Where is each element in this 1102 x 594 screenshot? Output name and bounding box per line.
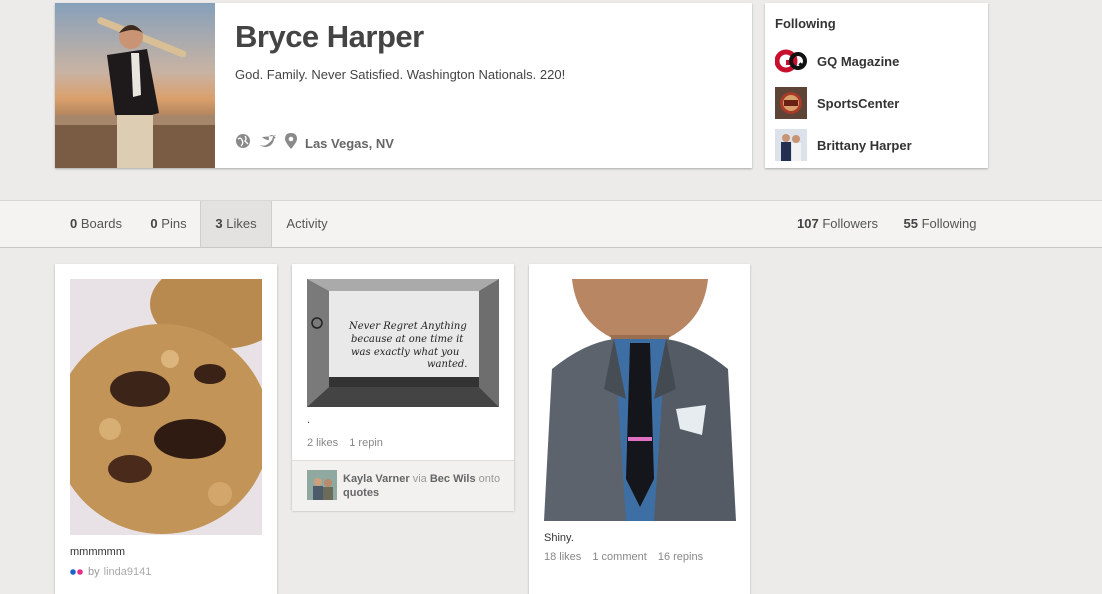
following-item-label: SportsCenter bbox=[817, 95, 900, 111]
pin-image-illustration bbox=[544, 279, 736, 521]
following-item-gq-magazine[interactable]: GQ Magazine bbox=[774, 45, 900, 77]
profile-card: Bryce Harper God. Family. Never Satisfie… bbox=[55, 3, 752, 168]
pin-repins[interactable]: 16 repins bbox=[658, 551, 703, 563]
following-item-label: Brittany Harper bbox=[817, 137, 912, 153]
tab-count: 0 bbox=[150, 216, 158, 231]
pin-description: . bbox=[307, 414, 311, 426]
via-word: via bbox=[412, 473, 427, 485]
pin-attribution-text: Kayla Varner via Bec Wils onto quotes bbox=[343, 472, 503, 500]
pin-card[interactable]: Never Regret Anything because at one tim… bbox=[292, 264, 514, 511]
pin-card[interactable]: Shiny. 18 likes 1 comment 16 repins bbox=[529, 264, 750, 594]
pin-image-illustration bbox=[70, 279, 262, 535]
tab-activity[interactable]: Activity bbox=[272, 201, 342, 247]
followers-count: 107 bbox=[797, 216, 819, 231]
pinner-avatar[interactable] bbox=[307, 470, 337, 500]
tab-label: Pins bbox=[161, 216, 187, 231]
following-label: Following bbox=[921, 216, 977, 231]
pin-card[interactable]: mmmmmm by linda9141 bbox=[55, 264, 277, 594]
via-user[interactable]: Bec Wils bbox=[430, 473, 476, 485]
pin-description: Shiny. bbox=[544, 532, 574, 544]
map-pin-icon bbox=[285, 133, 297, 154]
globe-icon[interactable] bbox=[235, 133, 251, 154]
profile-tab-bar: 0 Boards 0 Pins 3 Likes Activity 107 Fol… bbox=[0, 200, 1102, 248]
pin-credit-user[interactable]: linda9141 bbox=[104, 566, 152, 578]
twitter-bird-icon[interactable] bbox=[259, 133, 277, 154]
pin-likes[interactable]: 2 likes bbox=[307, 437, 338, 449]
following-item-label: GQ Magazine bbox=[817, 53, 900, 69]
tab-count: 3 bbox=[215, 216, 223, 231]
quote-line: wanted. bbox=[427, 359, 467, 370]
tab-label: Activity bbox=[286, 216, 328, 231]
following-count: 55 bbox=[903, 216, 918, 231]
pin-image-illustration: Never Regret Anything because at one tim… bbox=[307, 279, 499, 407]
profile-links: Las Vegas, NV bbox=[235, 133, 394, 154]
tab-label: Likes bbox=[226, 216, 257, 231]
quote-line: because at one time it bbox=[351, 334, 464, 345]
profile-name: Bryce Harper bbox=[235, 19, 424, 54]
following-title[interactable]: Following bbox=[775, 16, 836, 31]
gq-logo-icon bbox=[774, 45, 807, 77]
pinner-name[interactable]: Kayla Varner bbox=[343, 473, 410, 485]
sportscenter-logo-icon bbox=[775, 87, 807, 119]
tab-count: 0 bbox=[69, 216, 78, 231]
profile-bio: God. Family. Never Satisfied. Washington… bbox=[235, 67, 566, 82]
pin-image[interactable] bbox=[544, 279, 736, 521]
tab-label: Boards bbox=[80, 216, 123, 231]
pin-stats: 18 likes 1 comment 16 repins bbox=[544, 551, 711, 563]
pin-image[interactable] bbox=[70, 279, 262, 535]
tab-pins[interactable]: 0 Pins bbox=[137, 201, 200, 247]
following-item-sportscenter[interactable]: SportsCenter bbox=[775, 87, 899, 119]
following-link[interactable]: 55 Following bbox=[890, 201, 990, 247]
pin-attribution: Kayla Varner via Bec Wils onto quotes bbox=[292, 460, 514, 511]
pin-description: mmmmmm bbox=[70, 546, 125, 558]
following-item-brittany-harper[interactable]: Brittany Harper bbox=[775, 129, 912, 161]
board-name[interactable]: quotes bbox=[343, 487, 379, 499]
profile-photo[interactable] bbox=[55, 3, 215, 168]
tab-boards[interactable]: 0 Boards bbox=[55, 201, 137, 247]
pin-credit: by linda9141 bbox=[70, 566, 151, 578]
pin-credit-prefix: by bbox=[88, 566, 100, 578]
pin-repins[interactable]: 1 repin bbox=[349, 437, 383, 449]
pin-likes[interactable]: 18 likes bbox=[544, 551, 581, 563]
profile-photo-illustration bbox=[55, 17, 215, 168]
flickr-dots-icon bbox=[70, 566, 84, 578]
pin-image[interactable]: Never Regret Anything because at one tim… bbox=[307, 279, 499, 407]
profile-location: Las Vegas, NV bbox=[305, 136, 394, 151]
pin-comments[interactable]: 1 comment bbox=[592, 551, 646, 563]
quote-line: Never Regret Anything bbox=[348, 321, 467, 332]
tab-likes[interactable]: 3 Likes bbox=[200, 201, 272, 247]
quote-line: was exactly what you bbox=[351, 347, 459, 358]
pin-stats: 2 likes 1 repin bbox=[307, 437, 391, 449]
followers-label: Followers bbox=[822, 216, 878, 231]
onto-word: onto bbox=[478, 473, 501, 485]
following-card: Following GQ Magazine SportsCenter Britt… bbox=[765, 3, 988, 168]
followers-link[interactable]: 107 Followers bbox=[785, 201, 890, 247]
user-avatar-icon bbox=[775, 129, 807, 161]
